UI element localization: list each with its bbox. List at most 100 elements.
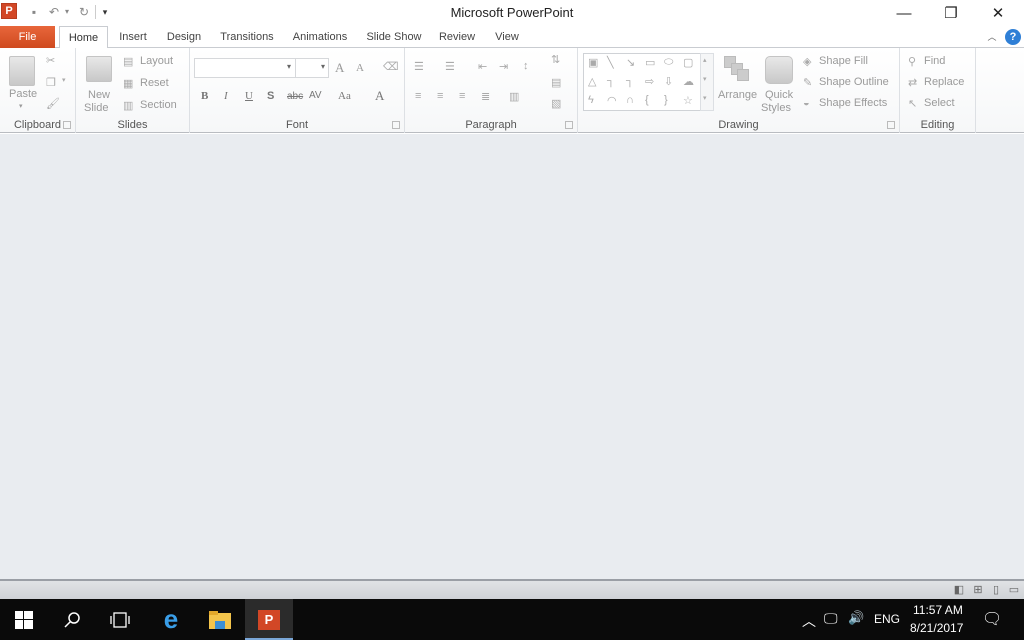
- quick-styles-label-1[interactable]: Quick: [765, 89, 793, 101]
- align-right-icon[interactable]: ≡: [459, 90, 465, 102]
- tab-home[interactable]: Home: [59, 26, 108, 49]
- elbow-connector-icon[interactable]: ┐: [607, 75, 615, 87]
- font-color-button[interactable]: A: [375, 88, 384, 104]
- minimize-button[interactable]: —: [881, 0, 927, 28]
- paste-button[interactable]: Paste: [9, 88, 37, 100]
- slide-sorter-icon[interactable]: ⊞: [971, 584, 985, 596]
- left-brace-shape-icon[interactable]: {: [645, 94, 649, 106]
- shrink-font-button[interactable]: A: [356, 62, 364, 74]
- shape-effects-button[interactable]: Shape Effects: [819, 97, 887, 109]
- arrange-button[interactable]: Arrange: [718, 89, 757, 101]
- cloud-shape-icon[interactable]: ☁: [683, 75, 694, 88]
- paragraph-launcher-icon[interactable]: [565, 121, 573, 129]
- gallery-down-icon[interactable]: ▾: [703, 75, 707, 83]
- restore-button[interactable]: ❐: [928, 0, 974, 28]
- replace-button[interactable]: Replace: [924, 76, 964, 88]
- quick-styles-label-2[interactable]: Styles: [761, 102, 791, 114]
- section-button[interactable]: Section: [140, 99, 177, 111]
- arc-shape-icon[interactable]: ◠: [607, 94, 617, 107]
- align-center-icon[interactable]: ≡: [437, 90, 443, 102]
- tab-file[interactable]: File: [0, 26, 55, 48]
- find-button[interactable]: Find: [924, 55, 945, 67]
- gallery-more-icon[interactable]: ▾: [703, 94, 707, 102]
- underline-button[interactable]: U: [245, 90, 253, 102]
- columns-icon[interactable]: ▥: [509, 90, 519, 103]
- tab-transitions[interactable]: Transitions: [216, 26, 278, 48]
- clock-date[interactable]: 8/21/2017: [910, 621, 963, 635]
- font-name-dropdown-icon[interactable]: ▾: [287, 62, 291, 71]
- shapes-gallery[interactable]: ▣ ╲ ↘ ▭ ⬭ ▢ △ ┐ ┐ ⇨ ⇩ ☁ ϟ ◠ ∩ { } ☆: [583, 53, 701, 111]
- align-text-icon[interactable]: ▤: [551, 76, 561, 89]
- italic-button[interactable]: I: [224, 90, 228, 102]
- quick-styles-icon[interactable]: [765, 56, 793, 84]
- down-arrow-shape-icon[interactable]: ⇩: [664, 75, 673, 88]
- new-slide-label-1[interactable]: New: [88, 89, 110, 101]
- font-launcher-icon[interactable]: [392, 121, 400, 129]
- text-direction-icon[interactable]: ⇅: [551, 53, 560, 66]
- shapes-gallery-scroll[interactable]: ▴ ▾ ▾: [700, 53, 714, 111]
- clock-time[interactable]: 11:57 AM: [913, 603, 963, 617]
- align-left-icon[interactable]: ≡: [415, 90, 421, 102]
- reading-view-icon[interactable]: ▯: [989, 584, 1003, 596]
- rounded-rect-shape-icon[interactable]: ▢: [683, 56, 693, 69]
- copy-icon[interactable]: ❐: [46, 76, 56, 89]
- network-icon[interactable]: 🖵: [824, 610, 838, 627]
- lightning-shape-icon[interactable]: ϟ: [588, 94, 594, 106]
- volume-icon[interactable]: 🔊: [848, 610, 864, 626]
- normal-view-icon[interactable]: ◧: [952, 584, 966, 596]
- line-spacing-icon[interactable]: ↕: [523, 60, 529, 72]
- clipboard-launcher-icon[interactable]: [63, 121, 71, 129]
- character-spacing-button[interactable]: AV: [309, 90, 322, 101]
- triangle-shape-icon[interactable]: △: [588, 75, 596, 88]
- task-view-button[interactable]: [96, 599, 144, 640]
- font-size-combo[interactable]: ▾: [295, 58, 329, 78]
- action-center-icon[interactable]: 🗨: [982, 609, 1002, 629]
- right-arrow-shape-icon[interactable]: ⇨: [645, 75, 654, 88]
- strikethrough-button[interactable]: abc: [287, 91, 303, 102]
- copy-dropdown-icon[interactable]: ▾: [62, 76, 66, 84]
- font-size-dropdown-icon[interactable]: ▾: [321, 62, 325, 71]
- close-button[interactable]: ✕: [975, 0, 1021, 28]
- internet-explorer-taskbar-button[interactable]: e: [147, 599, 195, 640]
- language-indicator[interactable]: ENG: [874, 612, 900, 626]
- numbering-icon[interactable]: ☰: [445, 60, 455, 73]
- curve-shape-icon[interactable]: ∩: [626, 94, 634, 106]
- start-button[interactable]: [0, 599, 48, 640]
- powerpoint-taskbar-button[interactable]: P: [245, 599, 293, 640]
- oval-shape-icon[interactable]: ⬭: [664, 56, 673, 69]
- decrease-indent-icon[interactable]: ⇤: [478, 60, 487, 73]
- change-case-button[interactable]: Aa: [338, 90, 351, 102]
- layout-button[interactable]: Layout: [140, 55, 173, 67]
- grow-font-button[interactable]: A: [335, 60, 344, 76]
- font-name-combo[interactable]: ▾: [194, 58, 296, 78]
- format-painter-icon[interactable]: 🖌: [46, 97, 60, 110]
- bullets-icon[interactable]: ☰: [414, 60, 424, 73]
- tab-insert[interactable]: Insert: [112, 26, 154, 48]
- shape-fill-button[interactable]: Shape Fill: [819, 55, 868, 67]
- justify-icon[interactable]: ≣: [481, 90, 490, 103]
- tab-design[interactable]: Design: [161, 26, 207, 48]
- help-icon[interactable]: ?: [1005, 29, 1021, 45]
- drawing-launcher-icon[interactable]: [887, 121, 895, 129]
- search-button[interactable]: [48, 599, 96, 640]
- tab-animations[interactable]: Animations: [288, 26, 352, 48]
- smartart-icon[interactable]: ▧: [551, 97, 561, 110]
- textbox-shape-icon[interactable]: ▣: [588, 56, 598, 69]
- increase-indent-icon[interactable]: ⇥: [499, 60, 508, 73]
- shadow-button[interactable]: S: [267, 90, 274, 102]
- rectangle-shape-icon[interactable]: ▭: [645, 56, 655, 69]
- slideshow-icon[interactable]: ▭: [1007, 584, 1021, 596]
- arrange-icon[interactable]: [724, 56, 749, 82]
- tab-review[interactable]: Review: [436, 26, 478, 48]
- line-shape-icon[interactable]: ╲: [607, 56, 614, 69]
- shape-outline-button[interactable]: Shape Outline: [819, 76, 889, 88]
- arrow-line-shape-icon[interactable]: ↘: [626, 56, 635, 69]
- new-slide-icon[interactable]: [86, 56, 112, 82]
- right-brace-shape-icon[interactable]: }: [664, 94, 668, 106]
- star-shape-icon[interactable]: ☆: [683, 94, 693, 107]
- cut-icon[interactable]: ✂: [46, 54, 55, 67]
- tab-slide-show[interactable]: Slide Show: [362, 26, 426, 48]
- show-hidden-icons-button[interactable]: ︿: [802, 611, 816, 631]
- file-explorer-taskbar-button[interactable]: [196, 599, 244, 640]
- select-button[interactable]: Select: [924, 97, 955, 109]
